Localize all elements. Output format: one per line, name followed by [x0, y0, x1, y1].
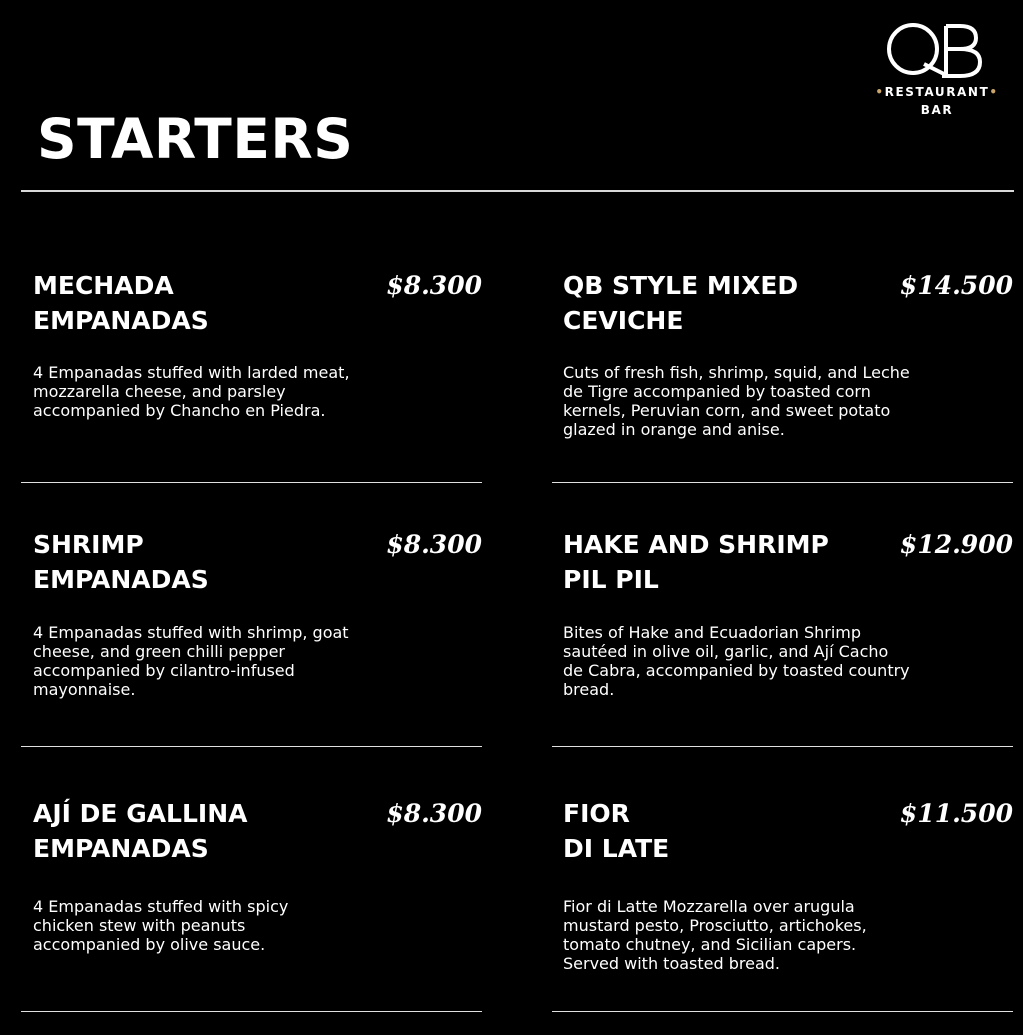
menu-item-name-line2: EMPANADAS	[33, 834, 209, 863]
menu-item-name: MECHADA EMPANADAS	[33, 268, 363, 338]
menu-item-description: Cuts of fresh fish, shrimp, squid, and L…	[563, 363, 910, 439]
item-divider	[552, 482, 1013, 483]
restaurant-logo: •RESTAURANT• BAR	[872, 20, 1002, 120]
menu-item-price: $8.300	[386, 799, 482, 828]
menu-item-name: SHRIMP EMPANADAS	[33, 527, 363, 597]
menu-item-name-line1: MECHADA	[33, 271, 174, 300]
header-divider	[21, 190, 1014, 192]
menu-item-name-line2: CEVICHE	[563, 306, 684, 335]
menu-item-name: QB STYLE MIXED CEVICHE	[563, 268, 893, 338]
menu-item-price: $11.500	[899, 799, 1013, 828]
menu-item: QB STYLE MIXED CEVICHE $14.500 Cuts of f…	[552, 268, 1013, 468]
menu-item-price: $8.300	[386, 271, 482, 300]
menu-item-name-line2: EMPANADAS	[33, 565, 209, 594]
item-divider	[21, 482, 482, 483]
logo-restaurant-text: RESTAURANT	[884, 85, 990, 99]
item-divider	[552, 746, 1013, 747]
logo-dot-right: •	[989, 85, 999, 99]
menu-item-name: HAKE AND SHRIMP PIL PIL	[563, 527, 893, 597]
logo-bar-label: BAR	[920, 103, 954, 117]
menu-item-name-line1: HAKE AND SHRIMP	[563, 530, 829, 559]
menu-item-name-line1: AJÍ DE GALLINA	[33, 799, 248, 828]
menu-item: FIOR DI LATE $11.500 Fior di Latte Mozza…	[552, 796, 1013, 996]
menu-item-name-line1: QB STYLE MIXED	[563, 271, 799, 300]
menu-item-description: 4 Empanadas stuffed with larded meat, mo…	[33, 363, 350, 420]
menu-item-description: 4 Empanadas stuffed with spicy chicken s…	[33, 897, 289, 954]
page-title: STARTERS	[37, 107, 354, 171]
item-divider	[21, 746, 482, 747]
qb-monogram-icon	[887, 23, 982, 78]
menu-item-name-line2: EMPANADAS	[33, 306, 209, 335]
logo-dot-left: •	[875, 85, 885, 99]
item-divider	[552, 1011, 1013, 1012]
item-divider	[21, 1011, 482, 1012]
menu-item: MECHADA EMPANADAS $8.300 4 Empanadas stu…	[21, 268, 482, 468]
logo-restaurant-label: •RESTAURANT•	[872, 85, 1002, 99]
menu-item-name: FIOR DI LATE	[563, 796, 893, 866]
menu-item-description: 4 Empanadas stuffed with shrimp, goat ch…	[33, 623, 349, 699]
menu-item: HAKE AND SHRIMP PIL PIL $12.900 Bites of…	[552, 527, 1013, 727]
menu-item-description: Bites of Hake and Ecuadorian Shrimp saut…	[563, 623, 910, 699]
menu-item-description: Fior di Latte Mozzarella over arugula mu…	[563, 897, 867, 973]
menu-item: SHRIMP EMPANADAS $8.300 4 Empanadas stuf…	[21, 527, 482, 727]
menu-item-price: $8.300	[386, 530, 482, 559]
menu-item-price: $12.900	[899, 530, 1013, 559]
menu-item-name-line2: DI LATE	[563, 834, 670, 863]
menu-item-name-line1: FIOR	[563, 799, 630, 828]
menu-item-name-line2: PIL PIL	[563, 565, 659, 594]
menu-item-name: AJÍ DE GALLINA EMPANADAS	[33, 796, 363, 866]
menu-item-name-line1: SHRIMP	[33, 530, 144, 559]
menu-item-price: $14.500	[899, 271, 1013, 300]
menu-item: AJÍ DE GALLINA EMPANADAS $8.300 4 Empana…	[21, 796, 482, 996]
